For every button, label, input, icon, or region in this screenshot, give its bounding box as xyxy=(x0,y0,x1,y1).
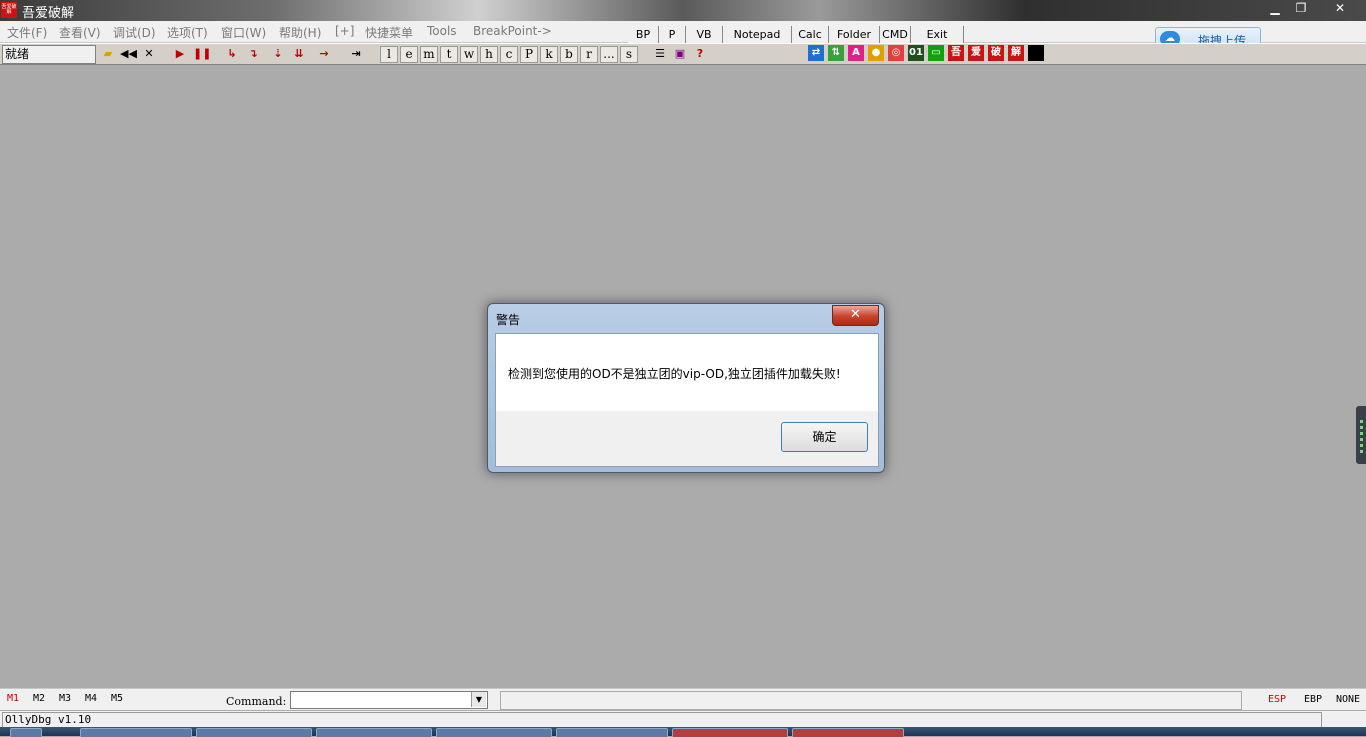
menu-shortcuts[interactable]: 快捷菜单 xyxy=(365,24,413,41)
options-icon[interactable]: ▣ xyxy=(672,46,688,62)
brand-po-icon[interactable]: 破 xyxy=(988,45,1004,61)
dialog-title: 警告 xyxy=(496,313,521,327)
menu-tools[interactable]: Tools xyxy=(427,24,457,38)
menu-debug[interactable]: 调试(D) xyxy=(113,24,156,41)
brand-jie-icon[interactable]: 解 xyxy=(1008,45,1024,61)
restore-button[interactable]: ❐ xyxy=(1288,0,1314,16)
window-run-trace-button[interactable]: ... xyxy=(600,46,618,63)
close-program-icon[interactable]: ✕ xyxy=(141,46,157,62)
black-square-icon[interactable] xyxy=(1028,45,1044,61)
open-file-icon[interactable]: ▰ xyxy=(100,46,116,62)
taskbar xyxy=(0,727,1366,737)
menu-options[interactable]: 选项(T) xyxy=(167,24,208,41)
toolbar: 就绪 ▰ ◀◀ ✕ ▶ ❚❚ ↳ ↴ ⇣ ⇊ → ⇥ l e m t w h c… xyxy=(0,43,1366,65)
trace-into-icon[interactable]: ⇣ xyxy=(270,46,286,62)
window-references-button[interactable]: r xyxy=(580,46,598,63)
window-windows-button[interactable]: w xyxy=(460,46,478,63)
window-call-stack-button[interactable]: k xyxy=(540,46,558,63)
refresh-icon[interactable]: ⇄ xyxy=(808,45,824,61)
trace-over-icon[interactable]: ⇊ xyxy=(291,46,307,62)
pause-icon[interactable]: ❚❚ xyxy=(193,46,211,62)
dialog-body: 检测到您使用的OD不是独立团的vip-OD,独立团插件加载失败! 确定 xyxy=(495,333,879,467)
command-bar: M1 M2 M3 M4 M5 Command: ▼ ESP EBP NONE xyxy=(0,688,1366,711)
dialog-close-button[interactable]: ✕ xyxy=(832,305,879,326)
window-memory-button[interactable]: m xyxy=(420,46,438,63)
command-label: Command: xyxy=(226,695,287,708)
brand-ai-icon[interactable]: 爱 xyxy=(968,45,984,61)
status-ready: 就绪 xyxy=(2,45,96,64)
register-ebp-button[interactable]: EBP xyxy=(1304,694,1322,705)
menu-file[interactable]: 文件(F) xyxy=(7,24,47,41)
window-handles-button[interactable]: h xyxy=(480,46,498,63)
help-icon[interactable]: ? xyxy=(692,46,708,62)
window-cpu-button[interactable]: c xyxy=(500,46,518,63)
command-result-field xyxy=(500,691,1242,710)
restart-icon[interactable]: ◀◀ xyxy=(120,46,137,62)
quick-p-button[interactable]: P xyxy=(659,26,686,44)
side-gadget[interactable] xyxy=(1356,406,1366,464)
window-threads-button[interactable]: t xyxy=(440,46,458,63)
quick-bp-button[interactable]: BP xyxy=(628,26,659,44)
menu-view[interactable]: 查看(V) xyxy=(59,24,101,41)
status-bar: OllyDbg v1.10 xyxy=(0,710,1366,728)
go-to-icon[interactable]: ⇥ xyxy=(348,46,364,62)
memory-tab-m5[interactable]: M5 xyxy=(111,693,123,704)
sync-icon[interactable]: ⇅ xyxy=(828,45,844,61)
quick-cmd-button[interactable]: CMD xyxy=(880,26,911,44)
window-executables-button[interactable]: e xyxy=(400,46,418,63)
font-a-icon[interactable]: A xyxy=(848,45,864,61)
command-input[interactable] xyxy=(290,691,488,709)
menu-window[interactable]: 窗口(W) xyxy=(221,24,266,41)
minimize-button[interactable]: ▁ xyxy=(1262,0,1288,16)
menu-plus[interactable]: [+] xyxy=(335,24,354,38)
run-icon[interactable]: ▶ xyxy=(172,46,188,62)
window-source-button[interactable]: s xyxy=(620,46,638,63)
register-none-button[interactable]: NONE xyxy=(1336,694,1360,705)
dialog-message-area: 检测到您使用的OD不是独立团的vip-OD,独立团插件加载失败! xyxy=(496,334,878,411)
app-icon: 吾爱破解 xyxy=(1,2,17,18)
quick-notepad-button[interactable]: Notepad xyxy=(723,26,792,44)
window-patches-button[interactable]: P xyxy=(520,46,538,63)
brand-wu-icon[interactable]: 吾 xyxy=(948,45,964,61)
register-esp-button[interactable]: ESP xyxy=(1268,694,1286,705)
menu-breakpoint[interactable]: BreakPoint-> xyxy=(473,24,552,38)
menu-help[interactable]: 帮助(H) xyxy=(279,24,321,41)
step-into-icon[interactable]: ↳ xyxy=(224,46,240,62)
execute-till-return-icon[interactable]: → xyxy=(316,46,332,62)
title-bar: 吾爱破解 吾爱破解 ▁ ❐ ✕ xyxy=(0,0,1366,21)
close-button[interactable]: ✕ xyxy=(1327,0,1353,16)
quick-vb-button[interactable]: VB xyxy=(686,26,723,44)
warning-dialog: 警告 ✕ 检测到您使用的OD不是独立团的vip-OD,独立团插件加载失败! 确定 xyxy=(487,303,885,473)
quick-exit-button[interactable]: Exit xyxy=(911,26,964,44)
quick-folder-button[interactable]: Folder xyxy=(829,26,880,44)
binary-icon[interactable]: 01 xyxy=(908,45,924,61)
record-icon[interactable]: ● xyxy=(868,45,884,61)
memory-tab-m2[interactable]: M2 xyxy=(33,693,45,704)
window-breakpoints-button[interactable]: b xyxy=(560,46,578,63)
window-title: 吾爱破解 xyxy=(22,6,75,21)
monitor-icon[interactable]: ▭ xyxy=(928,45,944,61)
quick-calc-button[interactable]: Calc xyxy=(792,26,829,44)
memory-tab-m1[interactable]: M1 xyxy=(7,693,19,704)
memory-tab-m4[interactable]: M4 xyxy=(85,693,97,704)
memory-tab-m3[interactable]: M3 xyxy=(59,693,71,704)
step-over-icon[interactable]: ↴ xyxy=(245,46,261,62)
list-icon[interactable]: ☰ xyxy=(652,46,668,62)
chevron-down-icon[interactable]: ▼ xyxy=(471,692,486,707)
dialog-message: 检测到您使用的OD不是独立团的vip-OD,独立团插件加载失败! xyxy=(508,367,841,381)
dialog-ok-button[interactable]: 确定 xyxy=(781,422,868,452)
status-version: OllyDbg v1.10 xyxy=(2,712,1322,728)
window-log-button[interactable]: l xyxy=(380,46,398,63)
target-icon[interactable]: ◎ xyxy=(888,45,904,61)
